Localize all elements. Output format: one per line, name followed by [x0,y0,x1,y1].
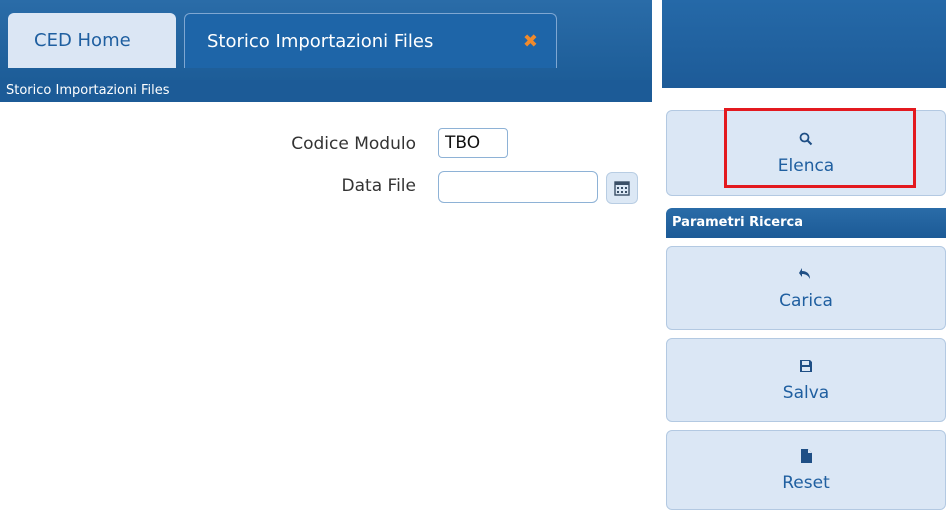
page-title: Storico Importazioni Files [0,80,652,102]
salva-button[interactable]: Salva [666,338,946,422]
tab-ced-home-label: CED Home [34,30,131,51]
codice-modulo-input[interactable] [438,128,508,158]
carica-button[interactable]: Carica [666,246,946,330]
elenca-label: Elenca [777,155,835,176]
data-file-input[interactable] [438,171,598,203]
tab-ced-home[interactable]: CED Home [8,13,176,68]
data-file-label: Data File [341,176,416,196]
tab-storico-label: Storico Importazioni Files [207,30,434,52]
file-icon [800,448,812,467]
carica-label: Carica [779,290,833,311]
tab-storico-importazioni[interactable]: Storico Importazioni Files ✖ [184,13,557,68]
elenca-button[interactable]: Elenca [666,110,946,196]
close-icon[interactable]: ✖ [523,31,538,52]
tab-bar: CED Home Storico Importazioni Files ✖ [0,0,652,80]
save-icon [799,358,813,377]
calendar-icon[interactable] [606,172,638,204]
search-icon [799,131,813,150]
undo-arrow-icon [799,266,813,285]
right-panel-header [662,0,946,88]
salva-label: Salva [782,382,830,403]
section-title-parametri: Parametri Ricerca [666,208,946,238]
reset-label: Reset [782,472,830,493]
panel-divider [652,0,662,506]
reset-button[interactable]: Reset [666,430,946,510]
codice-modulo-label: Codice Modulo [291,134,416,154]
